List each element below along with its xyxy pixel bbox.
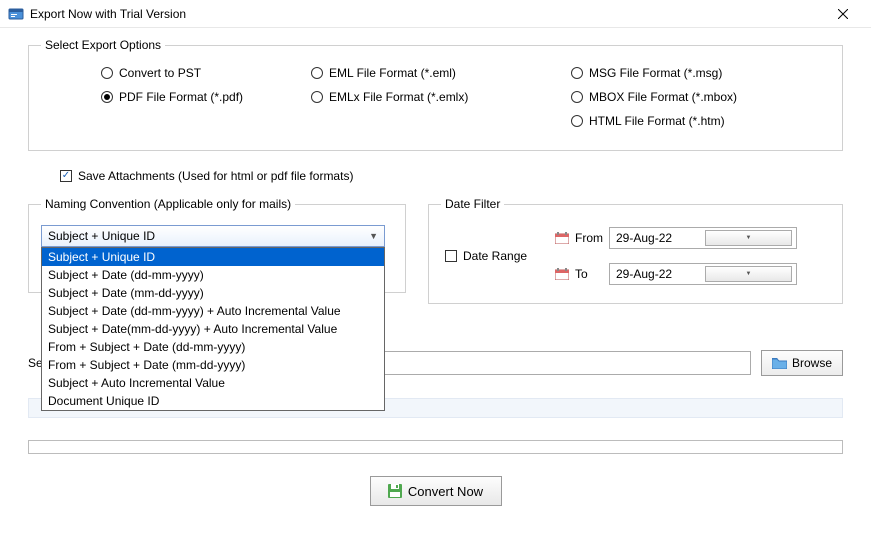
radio-label: PDF File Format (*.pdf) [119, 90, 243, 104]
checkbox-label: Date Range [463, 249, 527, 263]
date-filter-legend: Date Filter [441, 197, 504, 211]
combo-option[interactable]: Subject + Date (dd-mm-yyyy) + Auto Incre… [42, 302, 384, 320]
convert-label: Convert Now [408, 484, 483, 499]
from-date-value: 29-Aug-22 [616, 231, 701, 245]
combo-option[interactable]: From + Subject + Date (mm-dd-yyyy) [42, 356, 384, 374]
to-label: To [575, 267, 588, 281]
export-options-legend: Select Export Options [41, 38, 165, 52]
combo-option[interactable]: Subject + Date (dd-mm-yyyy) [42, 266, 384, 284]
app-icon [8, 6, 24, 22]
date-dropdown-icon[interactable]: ▼ [705, 266, 792, 282]
browse-label: Browse [792, 356, 832, 370]
to-label-cell: To [555, 267, 609, 281]
checkbox-icon [445, 250, 457, 262]
convert-now-button[interactable]: Convert Now [370, 476, 502, 506]
radio-icon [311, 67, 323, 79]
progress-bar [28, 440, 843, 454]
save-icon [388, 484, 402, 498]
radio-label: Convert to PST [119, 66, 201, 80]
radio-label: HTML File Format (*.htm) [589, 114, 725, 128]
combo-option[interactable]: From + Subject + Date (dd-mm-yyyy) [42, 338, 384, 356]
close-icon [838, 9, 848, 19]
date-range-checkbox[interactable]: Date Range [445, 249, 555, 263]
radio-icon [101, 91, 113, 103]
calendar-icon [555, 268, 569, 280]
radio-label: MSG File Format (*.msg) [589, 66, 722, 80]
chevron-down-icon: ▼ [369, 231, 378, 241]
radio-icon [571, 67, 583, 79]
titlebar: Export Now with Trial Version [0, 0, 871, 28]
radio-icon [311, 91, 323, 103]
combobox-selected: Subject + Unique ID [48, 229, 369, 243]
combo-option[interactable]: Subject + Unique ID [42, 248, 384, 266]
naming-fieldset: Naming Convention (Applicable only for m… [28, 197, 406, 293]
browse-button[interactable]: Browse [761, 350, 843, 376]
radio-eml[interactable]: EML File Format (*.eml) [311, 66, 571, 80]
combo-option[interactable]: Subject + Date(mm-dd-yyyy) + Auto Increm… [42, 320, 384, 338]
radio-label: EMLx File Format (*.emlx) [329, 90, 468, 104]
radio-label: EML File Format (*.eml) [329, 66, 456, 80]
radio-pdf[interactable]: PDF File Format (*.pdf) [101, 90, 311, 104]
checkbox-icon: ✓ [60, 170, 72, 182]
calendar-icon [555, 232, 569, 244]
radio-icon [101, 67, 113, 79]
from-label: From [575, 231, 603, 245]
combo-option[interactable]: Subject + Date (mm-dd-yyyy) [42, 284, 384, 302]
close-button[interactable] [823, 0, 863, 28]
export-options-fieldset: Select Export Options Convert to PST EML… [28, 38, 843, 151]
radio-label: MBOX File Format (*.mbox) [589, 90, 737, 104]
radio-icon [571, 91, 583, 103]
window-title: Export Now with Trial Version [30, 7, 823, 21]
from-date-input[interactable]: 29-Aug-22 ▼ [609, 227, 797, 249]
date-filter-fieldset: Date Filter Date Range From 29-Aug-22 ▼ … [428, 197, 843, 304]
combo-option[interactable]: Subject + Auto Incremental Value [42, 374, 384, 392]
to-date-input[interactable]: 29-Aug-22 ▼ [609, 263, 797, 285]
from-label-cell: From [555, 231, 609, 245]
radio-icon [571, 115, 583, 127]
radio-mbox[interactable]: MBOX File Format (*.mbox) [571, 90, 811, 104]
naming-combobox[interactable]: Subject + Unique ID ▼ [41, 225, 385, 247]
naming-dropdown-list: Subject + Unique ID Subject + Date (dd-m… [41, 247, 385, 411]
combo-option[interactable]: Document Unique ID [42, 392, 384, 410]
radio-html[interactable]: HTML File Format (*.htm) [571, 114, 811, 128]
checkbox-label: Save Attachments (Used for html or pdf f… [78, 169, 353, 183]
naming-legend: Naming Convention (Applicable only for m… [41, 197, 295, 211]
folder-icon [772, 357, 787, 369]
radio-msg[interactable]: MSG File Format (*.msg) [571, 66, 811, 80]
save-attachments-checkbox[interactable]: ✓ Save Attachments (Used for html or pdf… [60, 169, 353, 183]
radio-emlx[interactable]: EMLx File Format (*.emlx) [311, 90, 571, 104]
date-dropdown-icon[interactable]: ▼ [705, 230, 792, 246]
radio-convert-pst[interactable]: Convert to PST [101, 66, 311, 80]
to-date-value: 29-Aug-22 [616, 267, 701, 281]
